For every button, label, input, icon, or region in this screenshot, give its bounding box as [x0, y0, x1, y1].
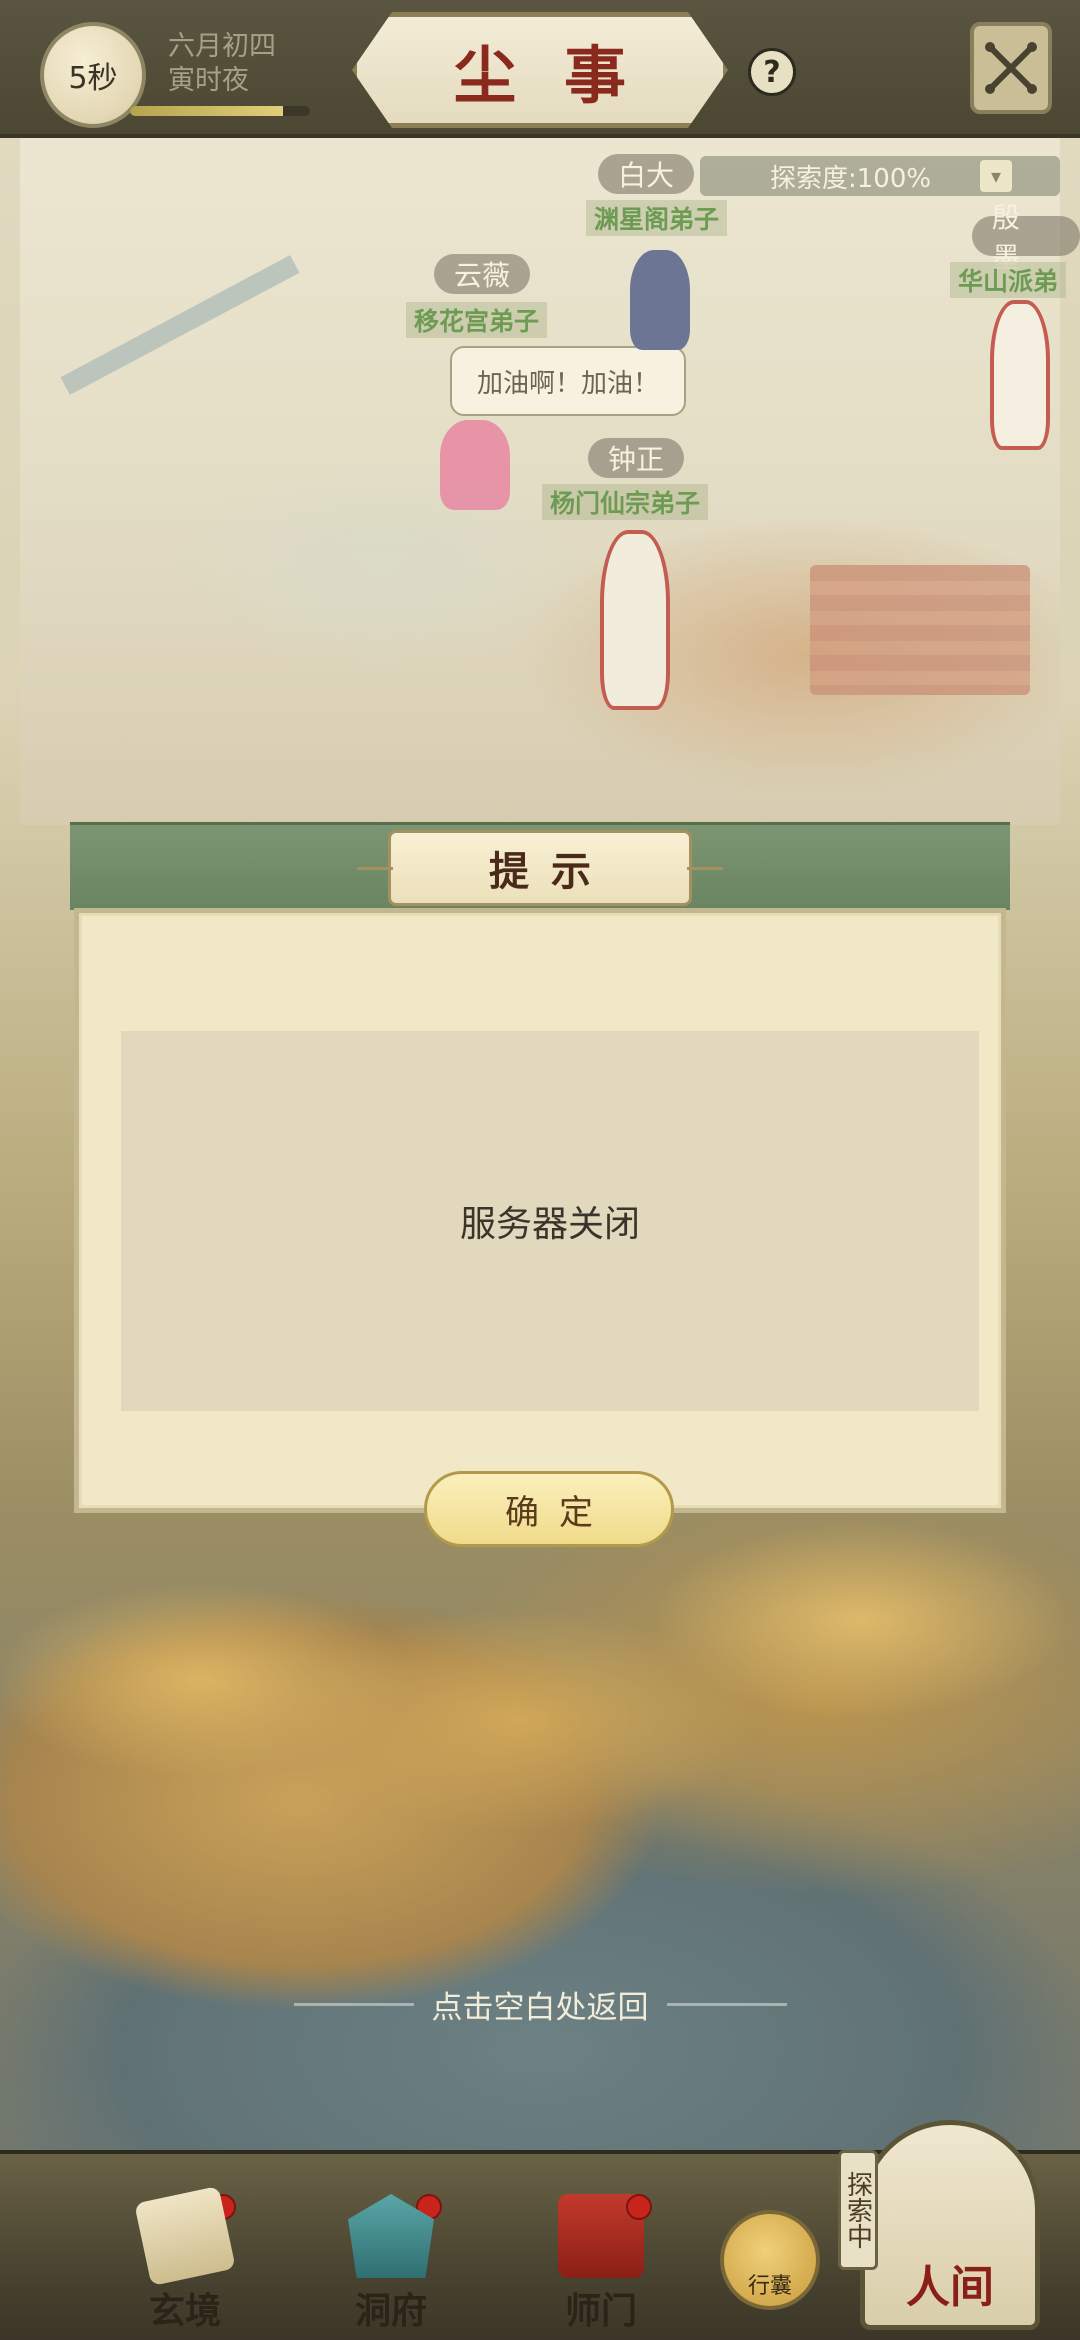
world-button[interactable]: 人间	[860, 2120, 1040, 2330]
tap-hint-text: 点击空白处返回	[431, 1989, 649, 2026]
nav-label: 玄境	[148, 2290, 221, 2332]
notice-dialog: 服务器关闭 确定 提示	[70, 822, 1010, 1547]
timer-text: 5秒	[68, 61, 118, 96]
time-progress-bar	[130, 106, 310, 116]
nav-label: 洞府	[354, 2290, 427, 2332]
nav-item-dongfu[interactable]: 洞府	[326, 2194, 456, 2334]
top-bar: 5秒 六月初四 寅时夜 尘事 ?	[0, 0, 1080, 138]
dialog-title-plaque: 提示	[357, 830, 723, 906]
hint-divider-right	[666, 2002, 787, 2006]
dialog-body: 服务器关闭 确定	[74, 908, 1006, 1547]
scroll-icon	[134, 2185, 236, 2287]
world-label: 人间	[906, 2262, 994, 2313]
tap-to-return-hint[interactable]: 点击空白处返回	[0, 1982, 1080, 2026]
time-progress-fill	[130, 106, 283, 116]
hint-divider-left	[293, 2002, 414, 2006]
bag-label: 行囊	[747, 2274, 792, 2299]
nav-item-shimen[interactable]: 师门	[536, 2194, 666, 2334]
bag-button[interactable]: 行囊	[720, 2210, 820, 2310]
nav-label: 师门	[564, 2290, 637, 2332]
close-button[interactable]	[970, 22, 1052, 114]
title-plaque: 尘事	[352, 12, 728, 128]
page-title: 尘事	[453, 39, 674, 112]
dialog-message: 服务器关闭	[459, 1204, 640, 1245]
confirm-button[interactable]: 确定	[424, 1471, 674, 1547]
message-box: 服务器关闭	[121, 1031, 979, 1411]
time-period: 寅时夜	[168, 65, 249, 96]
exploring-tag: 探索中	[838, 2150, 878, 2270]
close-icon	[985, 42, 1037, 94]
nav-item-xuanjing[interactable]: 玄境	[120, 2185, 250, 2334]
notification-dot	[626, 2194, 652, 2220]
dialog-title: 提示	[489, 848, 613, 895]
help-icon[interactable]: ?	[748, 48, 796, 96]
